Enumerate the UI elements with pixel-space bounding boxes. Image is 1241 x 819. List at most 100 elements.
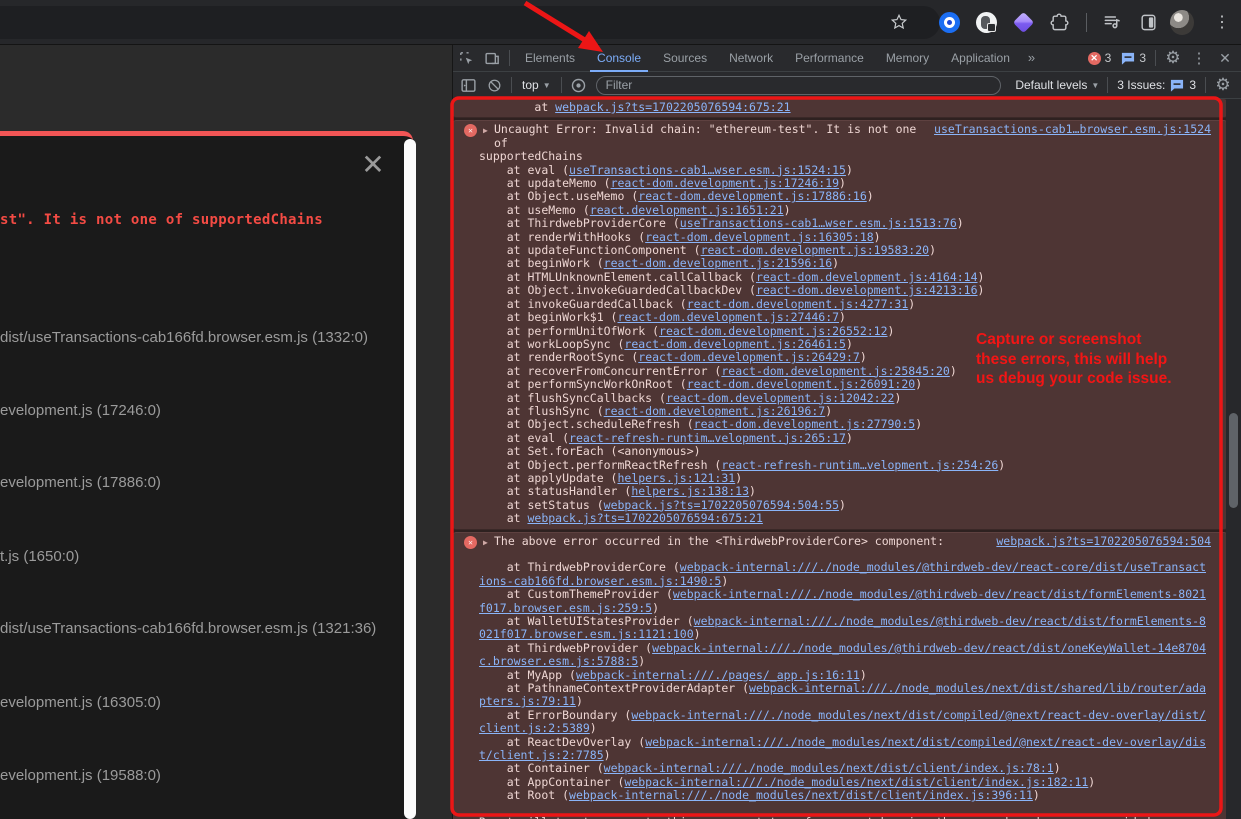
stack-link[interactable]: webpack-internal:///./node_modules/@thir… <box>479 641 1206 668</box>
stack-link[interactable]: webpack-internal:///./node_modules/@thir… <box>479 587 1206 614</box>
message-count-badge[interactable]: 3 <box>1121 51 1146 65</box>
stack-link[interactable]: react-dom.development.js:4164:14 <box>756 270 978 284</box>
stack-link[interactable]: react-dom.development.js:26552:12 <box>659 324 887 338</box>
stack-link[interactable]: webpack-internal:///./node_modules/next/… <box>479 708 1206 735</box>
devtools-close-icon[interactable]: ✕ <box>1212 45 1238 71</box>
tab-memory[interactable]: Memory <box>875 45 940 72</box>
side-panel-icon[interactable] <box>1136 10 1160 34</box>
overlay-scrollbar[interactable] <box>404 139 416 819</box>
console-toolbar: top▼ Default levels▼ 3 Issues: 3 ⚙ <box>453 72 1241 99</box>
console-filter-input[interactable] <box>596 76 1002 95</box>
device-toolbar-icon[interactable] <box>479 45 505 71</box>
devtools-tabs: ElementsConsoleSourcesNetworkPerformance… <box>514 45 1021 72</box>
live-expression-eye-icon[interactable] <box>566 72 592 98</box>
devtools-kebab-icon[interactable]: ⋮ <box>1186 45 1212 71</box>
stack-frame: at Object.performReactRefresh (react-ref… <box>479 459 1211 472</box>
context-selector[interactable]: top▼ <box>516 78 557 92</box>
stack-link[interactable]: react-dom.development.js:26196:7 <box>604 404 826 418</box>
stack-link[interactable]: webpack.js?ts=1702205076594:675:21 <box>555 100 790 114</box>
tab-sources[interactable]: Sources <box>652 45 718 72</box>
stack-link[interactable]: helpers.js:121:31 <box>617 471 735 485</box>
error-source-link[interactable]: useTransactions-cab1…browser.esm.js:1524 <box>934 123 1211 136</box>
stack-link[interactable]: react-dom.development.js:16305:18 <box>645 230 873 244</box>
address-bar[interactable] <box>0 6 940 39</box>
stack-link[interactable]: useTransactions-cab1…wser.esm.js:1513:76 <box>680 216 957 230</box>
overlay-stack-frame: dist/useTransactions-cab166fd.browser.es… <box>0 329 368 346</box>
stack-link[interactable]: webpack-internal:///./node_modules/next/… <box>624 775 1088 789</box>
error-circle-icon: ✕ <box>1088 52 1101 65</box>
extension-purple-diamond-icon[interactable] <box>1011 10 1035 34</box>
stack-link[interactable]: react-dom.development.js:4213:16 <box>756 283 978 297</box>
stack-link[interactable]: helpers.js:138:13 <box>631 484 749 498</box>
stack-frame: at flushSyncCallbacks (react-dom.develop… <box>479 392 1211 405</box>
stack-link[interactable]: useTransactions-cab1…wser.esm.js:1524:15 <box>569 163 846 177</box>
stack-link[interactable]: react-dom.development.js:17886:16 <box>638 189 866 203</box>
page-viewport: ✕ st". It is not one of supportedChains … <box>0 45 452 819</box>
more-tabs-chevron[interactable]: » <box>1021 45 1042 72</box>
stack-link[interactable]: react-dom.development.js:27446:7 <box>617 310 839 324</box>
stack-link[interactable]: react-dom.development.js:25845:20 <box>721 364 949 378</box>
stack-frame: at performSyncWorkOnRoot (react-dom.deve… <box>479 378 1211 391</box>
expand-triangle-icon[interactable]: ▶ <box>483 124 488 137</box>
stack-frame: at setStatus (webpack.js?ts=170220507659… <box>479 499 1211 512</box>
extensions-puzzle-icon[interactable] <box>1047 10 1071 34</box>
overlay-stack-frame: evelopment.js (17886:0) <box>0 474 161 491</box>
clear-console-icon[interactable] <box>481 72 507 98</box>
stack-link[interactable]: react-dom.development.js:26091:20 <box>687 377 915 391</box>
stack-link[interactable]: webpack-internal:///./node_modules/next/… <box>569 788 1033 802</box>
stack-link[interactable]: react-dom.development.js:17246:19 <box>611 176 839 190</box>
stack-link[interactable]: react-dom.development.js:26461:5 <box>624 337 846 351</box>
tab-application[interactable]: Application <box>940 45 1021 72</box>
settings-gear-icon[interactable]: ⚙ <box>1160 45 1186 71</box>
stack-link[interactable]: webpack-internal:///./node_modules/next/… <box>604 761 1054 775</box>
tab-network[interactable]: Network <box>718 45 784 72</box>
stack-frame: at renderWithHooks (react-dom.developmen… <box>479 231 1211 244</box>
console-scrollbar[interactable] <box>1226 99 1241 819</box>
stack-link[interactable]: react-dom.development.js:27790:5 <box>694 417 916 431</box>
stack-link[interactable]: react-dom.development.js:12042:22 <box>666 391 894 405</box>
devtools-panel: ElementsConsoleSourcesNetworkPerformance… <box>452 45 1241 819</box>
stack-link[interactable]: webpack-internal:///./pages/_app.js:16:1… <box>576 668 860 682</box>
media-playlist-icon[interactable] <box>1100 10 1124 34</box>
stack-link[interactable]: webpack-internal:///./node_modules/next/… <box>479 681 1206 708</box>
profile-avatar[interactable] <box>1170 10 1194 34</box>
stack-link[interactable]: webpack.js?ts=1702205076594:675:21 <box>527 511 762 525</box>
stack-frame: at invokeGuardedCallback (react-dom.deve… <box>479 298 1211 311</box>
console-settings-gear-icon[interactable]: ⚙ <box>1210 72 1236 98</box>
overlay-close-icon[interactable]: ✕ <box>358 150 388 180</box>
log-levels-dropdown[interactable]: Default levels▼ <box>1011 78 1103 92</box>
overlay-stack-frame: evelopment.js (16305:0) <box>0 694 161 711</box>
stack-link[interactable]: webpack-internal:///./node_modules/next/… <box>479 735 1206 762</box>
stack-link[interactable]: react-refresh-runtim…velopment.js:254:26 <box>721 458 998 472</box>
stack-frame: at useMemo (react.development.js:1651:21… <box>479 204 1211 217</box>
error-count-badge[interactable]: ✕ 3 <box>1088 51 1112 65</box>
tab-console[interactable]: Console <box>586 45 652 72</box>
issues-counter[interactable]: 3 Issues: 3 <box>1117 78 1196 92</box>
error-source-link[interactable]: webpack.js?ts=1702205076594:504 <box>996 535 1211 548</box>
console-sidebar-icon[interactable] <box>455 72 481 98</box>
stack-frame: at Object.scheduleRefresh (react-dom.dev… <box>479 418 1211 431</box>
tab-performance[interactable]: Performance <box>784 45 875 72</box>
stack-link[interactable]: react-refresh-runtim…velopment.js:265:17 <box>569 431 846 445</box>
bookmark-star-icon[interactable] <box>887 10 911 34</box>
stack-link[interactable]: webpack-internal:///./node_modules/@thir… <box>479 614 1206 641</box>
stack-link[interactable]: react.development.js:1651:21 <box>590 203 784 217</box>
tab-elements[interactable]: Elements <box>514 45 586 72</box>
console-error-1[interactable]: ✕ ▶ useTransactions-cab1…browser.esm.js:… <box>453 120 1227 529</box>
stack-link[interactable]: react-dom.development.js:4277:31 <box>687 297 909 311</box>
stack-link[interactable]: react-dom.development.js:26429:7 <box>638 350 860 364</box>
scrollbar-thumb[interactable] <box>1229 413 1238 508</box>
stack-link[interactable]: webpack.js?ts=1702205076594:504:55 <box>604 498 839 512</box>
console-error-2[interactable]: ✕ ▶ webpack.js?ts=1702205076594:504 The … <box>453 532 1227 819</box>
menu-kebab-icon[interactable]: ⋮ <box>1210 10 1234 34</box>
stack-frame: at eval (useTransactions-cab1…wser.esm.j… <box>479 164 1211 177</box>
stack-link[interactable]: react-dom.development.js:19583:20 <box>701 243 929 257</box>
inspect-element-icon[interactable] <box>453 45 479 71</box>
expand-triangle-icon[interactable]: ▶ <box>483 536 488 549</box>
stack-link[interactable]: react-dom.development.js:21596:16 <box>604 256 832 270</box>
chevron-down-icon-2: ▼ <box>1091 81 1099 90</box>
extension-grey-lock-icon[interactable] <box>974 10 998 34</box>
stack-frame: at MyApp (webpack-internal:///./pages/_a… <box>479 669 1211 682</box>
stack-link[interactable]: webpack-internal:///./node_modules/@thir… <box>479 560 1206 587</box>
extension-blue-target-icon[interactable] <box>937 10 961 34</box>
